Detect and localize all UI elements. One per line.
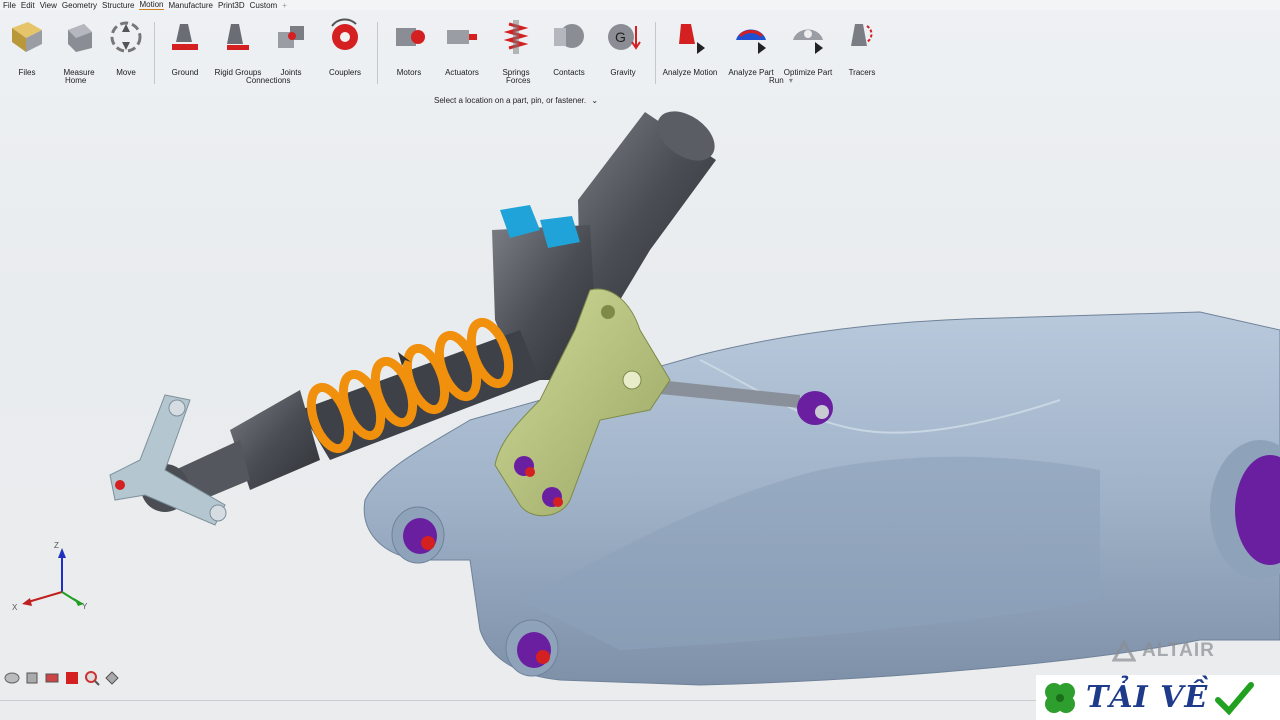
move-icon	[110, 21, 142, 53]
group-label-run: Run ▾	[769, 76, 793, 85]
joints-icon	[278, 26, 304, 48]
status-hint: Select a location on a part, pin, or fas…	[434, 96, 598, 105]
download-watermark: TẢI VỀ	[1036, 675, 1280, 720]
springs-icon	[503, 20, 529, 54]
files-icon	[12, 22, 42, 52]
view-cube-icon[interactable]	[24, 670, 40, 686]
ribbon-divider	[655, 22, 656, 84]
group-label-connections: Connections	[246, 76, 291, 85]
analyze-part-button[interactable]: Analyze Part	[719, 14, 783, 77]
group-label-forces: Forces	[506, 76, 531, 85]
tracers-icon	[851, 24, 873, 46]
pivot-bushing-rear[interactable]	[505, 619, 559, 677]
analyze-motion-button[interactable]: Analyze Motion	[658, 14, 722, 77]
axis-label-x: X	[12, 603, 18, 612]
rigid-groups-icon	[227, 24, 249, 50]
svg-text:G: G	[615, 29, 626, 45]
chevron-double-down-icon[interactable]: ⌄	[591, 96, 598, 105]
measure-icon	[68, 24, 92, 52]
altair-logo: ALTAIR	[1112, 640, 1215, 662]
zoom-icon[interactable]	[84, 670, 100, 686]
axis-triad: Z X Y	[12, 541, 88, 612]
section-view-icon[interactable]	[44, 670, 60, 686]
axis-label-y: Y	[82, 602, 88, 611]
ribbon-toolbar: Files Measure Move Home Ground Rigid Gro…	[0, 14, 1280, 92]
optimize-part-icon	[793, 29, 823, 54]
model-viewport[interactable]: Z X Y	[0, 0, 1280, 720]
rotate-view-icon[interactable]	[4, 670, 20, 686]
analyze-motion-icon	[679, 24, 705, 54]
actuators-icon	[447, 30, 477, 44]
fit-view-icon[interactable]	[104, 670, 120, 686]
status-hint-text: Select a location on a part, pin, or fas…	[434, 96, 587, 105]
run-dropdown-icon[interactable]: ▾	[789, 76, 793, 85]
analyze-part-icon	[736, 29, 766, 54]
display-mode-icon[interactable]	[64, 670, 80, 686]
checkmark-icon	[1215, 681, 1255, 715]
move-button[interactable]: Move	[94, 14, 158, 77]
watermark-text: TẢI VỀ	[1086, 680, 1209, 715]
altair-logo-icon	[1112, 640, 1136, 662]
contacts-icon	[554, 24, 584, 48]
pivot-bushing-front[interactable]	[391, 506, 445, 564]
gravity-button[interactable]: G Gravity	[591, 14, 655, 77]
ground-icon	[172, 24, 198, 50]
group-label-home: Home	[65, 76, 87, 85]
motors-icon	[396, 28, 425, 46]
view-tools	[4, 670, 120, 686]
couplers-icon	[331, 18, 358, 50]
status-bar-divider	[0, 700, 1040, 701]
tracers-button[interactable]: Tracers	[830, 14, 894, 77]
gravity-icon: G	[608, 24, 641, 50]
axis-label-z: Z	[54, 541, 59, 550]
couplers-button[interactable]: Couplers	[313, 14, 377, 77]
altair-wordmark: ALTAIR	[1142, 640, 1215, 661]
clover-icon	[1045, 682, 1075, 713]
group-label-run-text: Run	[769, 76, 784, 85]
